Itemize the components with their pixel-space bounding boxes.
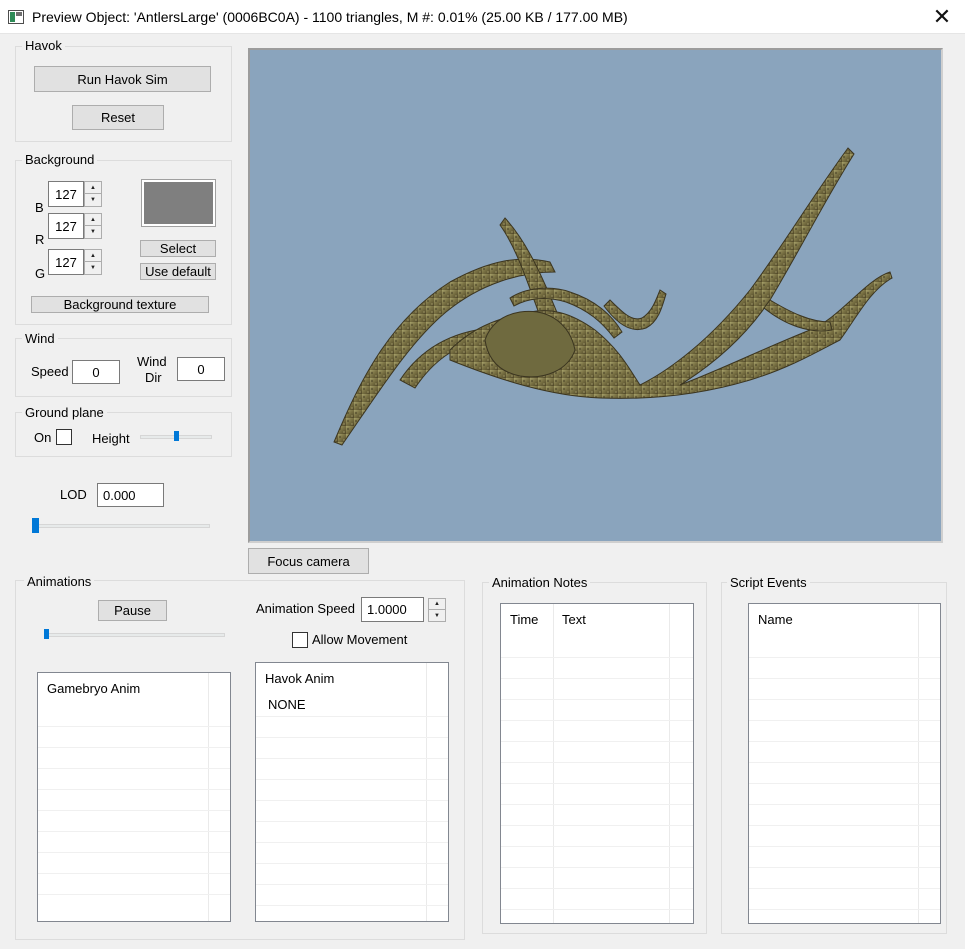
animations-group-label: Animations — [24, 574, 95, 589]
lod-slider-track[interactable] — [33, 524, 210, 528]
lod-input[interactable]: 0.000 — [97, 483, 164, 507]
spin-down-icon[interactable]: ▼ — [85, 194, 101, 206]
focus-camera-button[interactable]: Focus camera — [248, 548, 369, 574]
gamebryo-anim-column-header[interactable]: Gamebryo Anim — [38, 673, 208, 703]
ground-plane-height-label: Height — [92, 431, 130, 446]
spin-down-icon[interactable]: ▼ — [85, 262, 101, 274]
ground-plane-group-label: Ground plane — [22, 405, 107, 420]
channel-g-spinner[interactable]: ▲ ▼ — [84, 249, 102, 275]
havok-group-label: Havok — [22, 38, 65, 53]
channel-b-label: B — [35, 200, 44, 215]
wind-dir-input[interactable]: 0 — [177, 357, 225, 381]
app-icon — [8, 10, 24, 24]
spin-up-icon[interactable]: ▲ — [85, 182, 101, 194]
spin-down-icon[interactable]: ▼ — [85, 226, 101, 238]
time-column-header[interactable]: Time — [501, 604, 553, 634]
select-color-button[interactable]: Select — [140, 240, 216, 257]
background-group-label: Background — [22, 152, 98, 167]
havok-anim-column-header[interactable]: Havok Anim — [256, 663, 426, 693]
wind-group-label: Wind — [22, 331, 58, 346]
text-column-header[interactable]: Text — [553, 604, 669, 634]
animation-notes-list[interactable]: Time Text — [500, 603, 694, 924]
window-title: Preview Object: 'AntlersLarge' (0006BC0A… — [32, 9, 628, 25]
animation-time-slider-track[interactable] — [44, 633, 225, 637]
ground-plane-on-label: On — [34, 430, 52, 445]
animation-speed-input[interactable]: 1.0000 — [361, 597, 424, 622]
channel-r-label: R — [35, 232, 45, 247]
wind-speed-label: Speed — [31, 364, 69, 379]
gamebryo-anim-list[interactable]: Gamebryo Anim — [37, 672, 231, 922]
run-havok-sim-button[interactable]: Run Havok Sim — [34, 66, 211, 92]
animation-notes-group-label: Animation Notes — [489, 575, 591, 590]
animation-time-slider-thumb[interactable] — [44, 629, 49, 639]
animation-speed-spinner[interactable]: ▲ ▼ — [428, 598, 446, 622]
wind-speed-input[interactable]: 0 — [72, 360, 120, 384]
script-events-group-label: Script Events — [727, 575, 810, 590]
title-bar: Preview Object: 'AntlersLarge' (0006BC0A… — [0, 0, 965, 34]
wind-dir-label-line2: Dir — [145, 370, 162, 385]
spin-up-icon[interactable]: ▲ — [85, 214, 101, 226]
allow-movement-label: Allow Movement — [312, 632, 408, 647]
channel-g-input[interactable]: 127 — [48, 249, 84, 275]
spin-up-icon[interactable]: ▲ — [85, 250, 101, 262]
spin-down-icon[interactable]: ▼ — [429, 610, 445, 621]
lod-label: LOD — [60, 487, 87, 502]
ground-plane-on-checkbox[interactable] — [56, 429, 72, 445]
channel-b-spinner[interactable]: ▲ ▼ — [84, 181, 102, 207]
pause-button[interactable]: Pause — [98, 600, 167, 621]
wind-dir-label-line1: Wind — [137, 354, 167, 369]
allow-movement-checkbox[interactable] — [292, 632, 308, 648]
spin-up-icon[interactable]: ▲ — [429, 599, 445, 610]
script-events-list[interactable]: Name — [748, 603, 941, 924]
height-slider-thumb[interactable] — [173, 431, 179, 441]
channel-r-input[interactable]: 127 — [48, 213, 84, 239]
channel-g-label: G — [35, 266, 46, 281]
channel-b-input[interactable]: 127 — [48, 181, 84, 207]
3d-preview-viewport[interactable] — [248, 48, 943, 543]
close-button[interactable]: ✕ — [919, 0, 965, 34]
havok-anim-list[interactable]: Havok Anim NONE — [255, 662, 449, 922]
name-column-header[interactable]: Name — [749, 604, 918, 634]
antlers-model — [333, 147, 893, 446]
lod-slider-thumb[interactable] — [32, 518, 39, 533]
use-default-button[interactable]: Use default — [140, 263, 216, 280]
list-item[interactable]: NONE — [268, 697, 306, 712]
reset-button[interactable]: Reset — [72, 105, 164, 130]
animation-speed-label: Animation Speed — [256, 601, 356, 616]
channel-r-spinner[interactable]: ▲ ▼ — [84, 213, 102, 239]
background-color-swatch[interactable] — [141, 179, 216, 227]
background-texture-button[interactable]: Background texture — [31, 296, 209, 313]
